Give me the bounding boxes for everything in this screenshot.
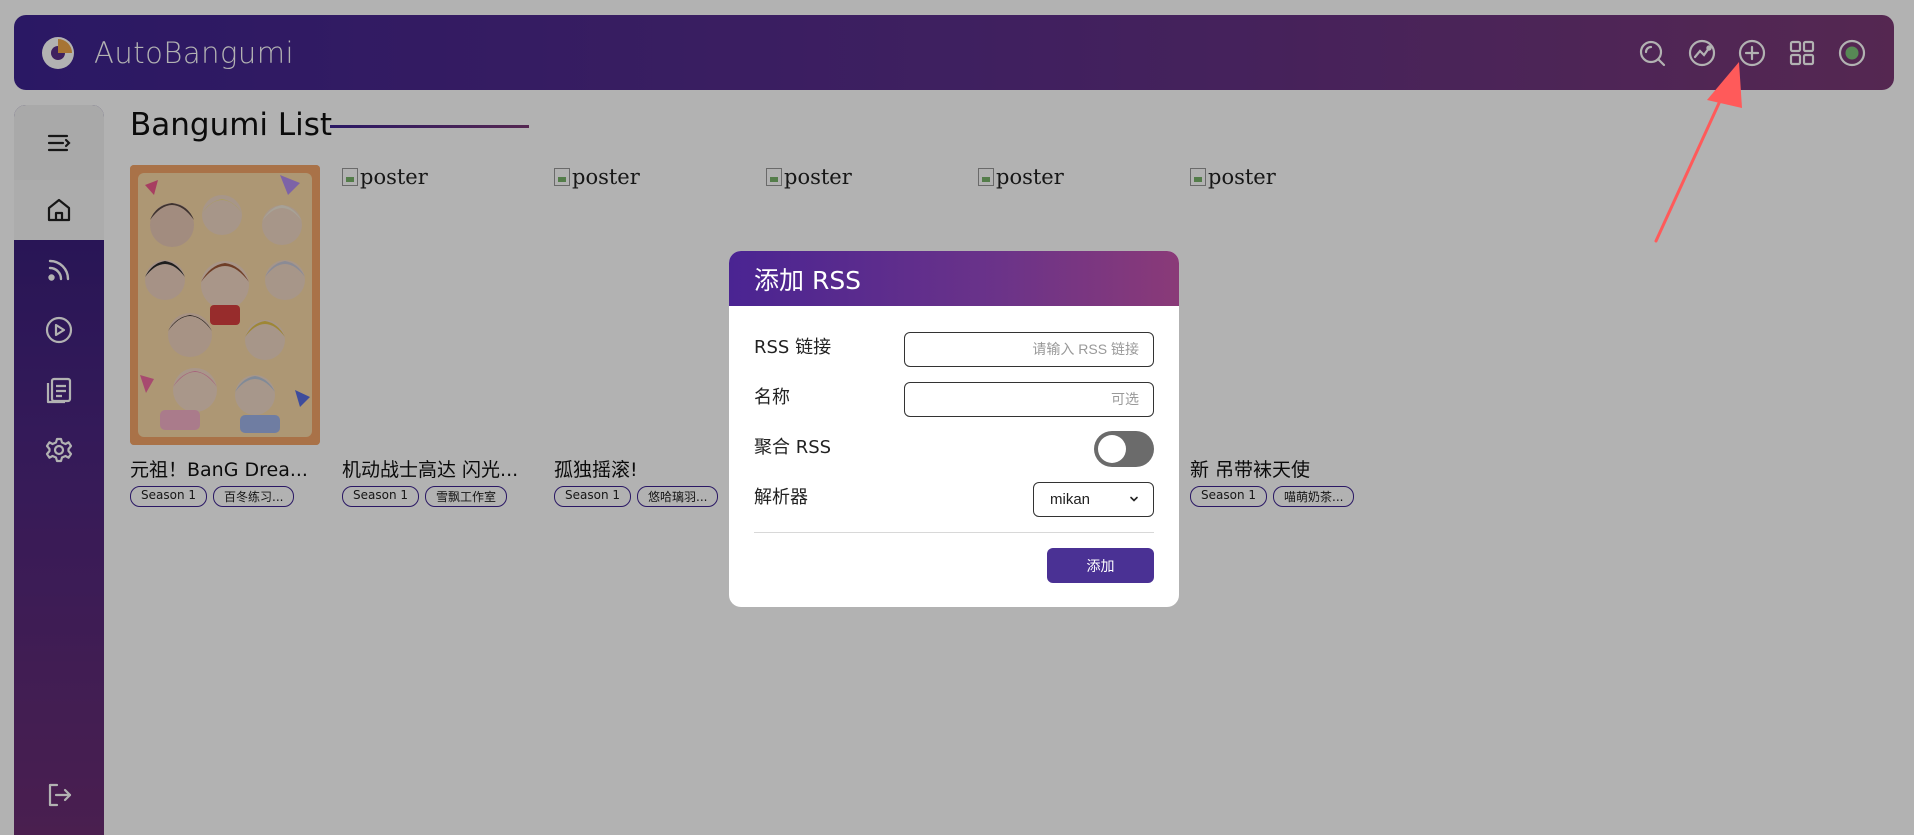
dialog-title: 添加 RSS bbox=[729, 251, 1179, 306]
name-input[interactable] bbox=[904, 381, 1154, 417]
aggregate-label: 聚合 RSS bbox=[754, 437, 832, 458]
dialog-divider bbox=[754, 532, 1154, 533]
name-label: 名称 bbox=[754, 387, 790, 408]
chevron-down-icon bbox=[1130, 496, 1138, 502]
parser-select[interactable]: mikan bbox=[1033, 481, 1154, 517]
rss-link-input[interactable] bbox=[904, 331, 1154, 367]
aggregate-row: 聚合 RSS bbox=[754, 431, 1154, 467]
parser-row: 解析器 mikan bbox=[754, 481, 1154, 517]
add-rss-dialog: 添加 RSS RSS 链接 名称 聚合 RSS 解析器 mikan 添加 bbox=[729, 251, 1179, 607]
aggregate-toggle[interactable] bbox=[1094, 431, 1154, 467]
annotation-arrow-icon bbox=[1654, 62, 1742, 243]
parser-label: 解析器 bbox=[754, 487, 808, 508]
add-button[interactable]: 添加 bbox=[1047, 548, 1154, 583]
rss-link-label: RSS 链接 bbox=[754, 337, 832, 358]
parser-value: mikan bbox=[1050, 490, 1091, 508]
name-row: 名称 bbox=[754, 381, 1154, 417]
rss-link-row: RSS 链接 bbox=[754, 331, 1154, 367]
